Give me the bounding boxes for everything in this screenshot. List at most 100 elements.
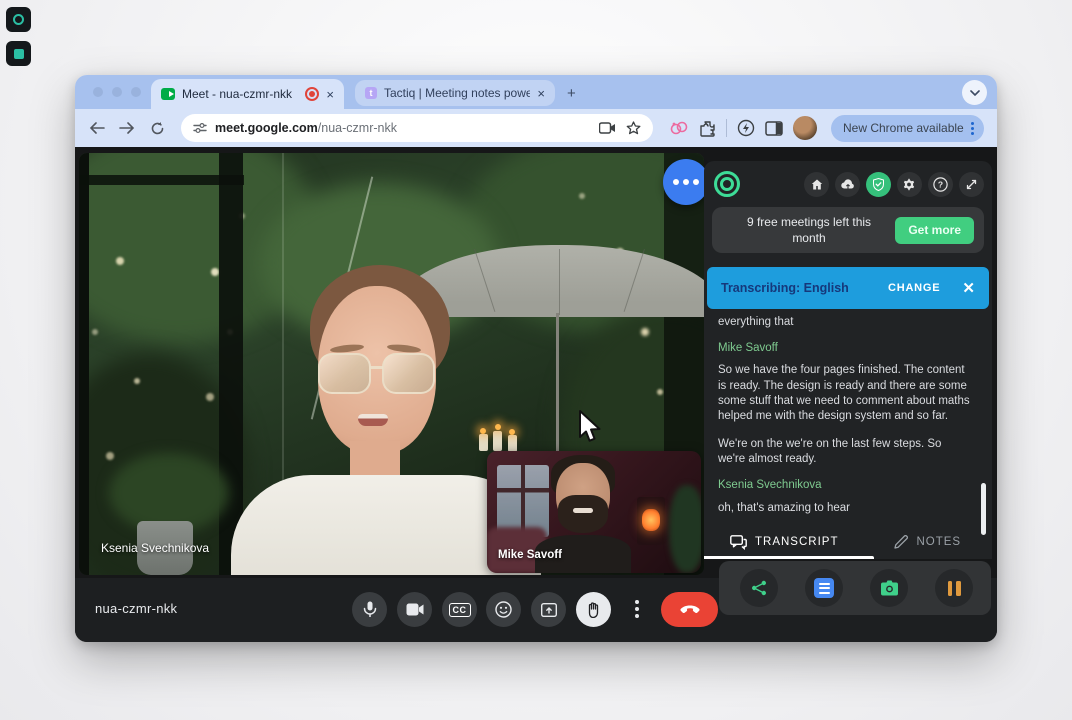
home-icon[interactable] — [804, 172, 829, 197]
shield-check-icon[interactable] — [866, 172, 891, 197]
address-bar[interactable]: meet.google.com /nua-czmr-nkk — [181, 114, 653, 142]
minimize-window-icon[interactable] — [112, 87, 122, 97]
window-controls[interactable] — [93, 87, 141, 97]
update-label: New Chrome available — [843, 121, 964, 135]
main-video-tile[interactable]: Ksenia Svechnikova Mike Savoff — [79, 153, 704, 575]
pip-video-tile[interactable]: Mike Savoff — [487, 451, 701, 573]
tab-notes-label: NOTES — [916, 536, 961, 548]
change-language-button[interactable]: CHANGE — [888, 282, 940, 294]
active-tab-underline — [704, 556, 874, 559]
chat-bubble-icon[interactable] — [663, 159, 709, 205]
camera-button[interactable] — [397, 592, 432, 627]
pip-name-label: Mike Savoff — [498, 549, 562, 561]
tactiq-sidebar: ? 9 free meetings left this month Get mo… — [704, 161, 992, 559]
pause-transcript-button[interactable] — [935, 569, 973, 607]
url-host: meet.google.com — [215, 121, 318, 135]
mouse-cursor — [577, 409, 603, 452]
toolbar-divider — [726, 119, 727, 137]
new-tab-button[interactable]: + — [567, 85, 576, 102]
tactiq-logo-icon[interactable] — [714, 171, 740, 197]
window-frame — [79, 153, 89, 575]
end-call-button[interactable] — [661, 592, 718, 627]
record-ring-icon — [13, 14, 24, 25]
google-docs-button[interactable] — [805, 569, 843, 607]
browser-window: Meet - nua-czmr-nkk × t Tactiq | Meeting… — [75, 75, 997, 642]
credit-text: 9 free meetings left this month — [734, 214, 884, 246]
speaker-name: Ksenia Svechnikova — [718, 478, 970, 493]
transcribing-banner: Transcribing: English CHANGE ✕ — [707, 267, 989, 309]
raise-hand-button[interactable] — [576, 592, 611, 627]
screen-recorder-icon[interactable] — [6, 7, 31, 32]
maximize-window-icon[interactable] — [131, 87, 141, 97]
tab-search-chevron-icon[interactable] — [962, 80, 987, 105]
close-banner-icon[interactable]: ✕ — [962, 279, 975, 297]
camera-permission-icon[interactable] — [599, 122, 616, 134]
glasses-lens — [382, 353, 435, 394]
transcript-text: everything that — [718, 315, 970, 330]
expand-panel-icon[interactable] — [959, 172, 984, 197]
present-screen-button[interactable] — [531, 592, 566, 627]
tab-transcript[interactable]: TRANSCRIPT — [730, 535, 838, 550]
side-panel-icon[interactable] — [765, 121, 783, 136]
transcribing-label: Transcribing: English — [721, 281, 849, 295]
back-button[interactable] — [85, 116, 109, 140]
screenshot-button[interactable] — [870, 569, 908, 607]
stop-square-icon — [14, 49, 24, 59]
reactions-button[interactable] — [486, 592, 521, 627]
extensions-puzzle-icon[interactable] — [699, 120, 716, 137]
chrome-update-button[interactable]: New Chrome available — [831, 115, 984, 142]
pink-extension-icon[interactable] — [669, 120, 689, 136]
more-options-button[interactable] — [627, 600, 647, 618]
settings-gear-icon[interactable] — [897, 172, 922, 197]
extensions-area — [669, 116, 817, 140]
profile-avatar[interactable] — [793, 116, 817, 140]
bookmark-star-icon[interactable] — [626, 121, 641, 136]
svg-text:?: ? — [938, 179, 943, 189]
notes-pencil-icon — [894, 535, 908, 549]
tab-close-icon[interactable]: × — [537, 87, 545, 100]
pause-icon — [948, 581, 961, 596]
desktop: { "browser": { "tabs": [ { "title": "Mee… — [0, 0, 1072, 720]
tab-strip: Meet - nua-czmr-nkk × t Tactiq | Meeting… — [75, 75, 997, 109]
participant-mouth — [358, 414, 388, 426]
glasses-bridge — [370, 366, 383, 369]
tab-tactiq[interactable]: t Tactiq | Meeting notes power × — [355, 80, 555, 106]
pip-participant-beard — [558, 495, 608, 533]
tactiq-favicon-icon: t — [365, 87, 377, 99]
cc-icon: CC — [449, 603, 471, 617]
glasses-lens — [318, 353, 371, 394]
site-settings-icon[interactable] — [193, 122, 207, 134]
help-icon[interactable]: ? — [928, 172, 953, 197]
share-button[interactable] — [740, 569, 778, 607]
docs-icon — [814, 578, 834, 598]
tactiq-tabs: TRANSCRIPT NOTES — [704, 525, 992, 559]
captions-button[interactable]: CC — [442, 592, 477, 627]
tab-title: Tactiq | Meeting notes power — [384, 86, 530, 100]
tab-close-icon[interactable]: × — [326, 88, 334, 101]
microphone-button[interactable] — [352, 592, 387, 627]
cloud-upload-icon[interactable] — [835, 172, 860, 197]
umbrella-pole — [556, 313, 559, 458]
transcript-list[interactable]: everything that Mike Savoff So we have t… — [718, 315, 970, 525]
more-menu-icon[interactable] — [971, 127, 974, 130]
get-more-button[interactable]: Get more — [895, 217, 974, 244]
tab-meet[interactable]: Meet - nua-czmr-nkk × — [151, 79, 344, 109]
reload-button[interactable] — [145, 116, 169, 140]
transcript-chat-icon — [730, 535, 747, 550]
meetings-credit-card: 9 free meetings left this month Get more — [712, 207, 984, 253]
meet-favicon-icon — [161, 88, 175, 100]
transcript-text: oh, that's amazing to hear — [718, 501, 970, 516]
transcript-text: So we have the four pages finished. The … — [718, 363, 970, 424]
window-frame — [219, 153, 243, 575]
candle-flame — [480, 428, 486, 434]
meet-enhance-icon[interactable] — [737, 119, 755, 137]
tab-title: Meet - nua-czmr-nkk — [182, 87, 298, 101]
candle-flame — [509, 429, 515, 435]
participant-name-label: Ksenia Svechnikova — [101, 541, 209, 555]
forward-button[interactable] — [115, 116, 139, 140]
tab-notes[interactable]: NOTES — [894, 535, 961, 549]
close-window-icon[interactable] — [93, 87, 103, 97]
candle — [508, 435, 517, 452]
transcript-text: We're on the we're on the last few steps… — [718, 437, 970, 467]
screen-recorder-stop-icon[interactable] — [6, 41, 31, 66]
